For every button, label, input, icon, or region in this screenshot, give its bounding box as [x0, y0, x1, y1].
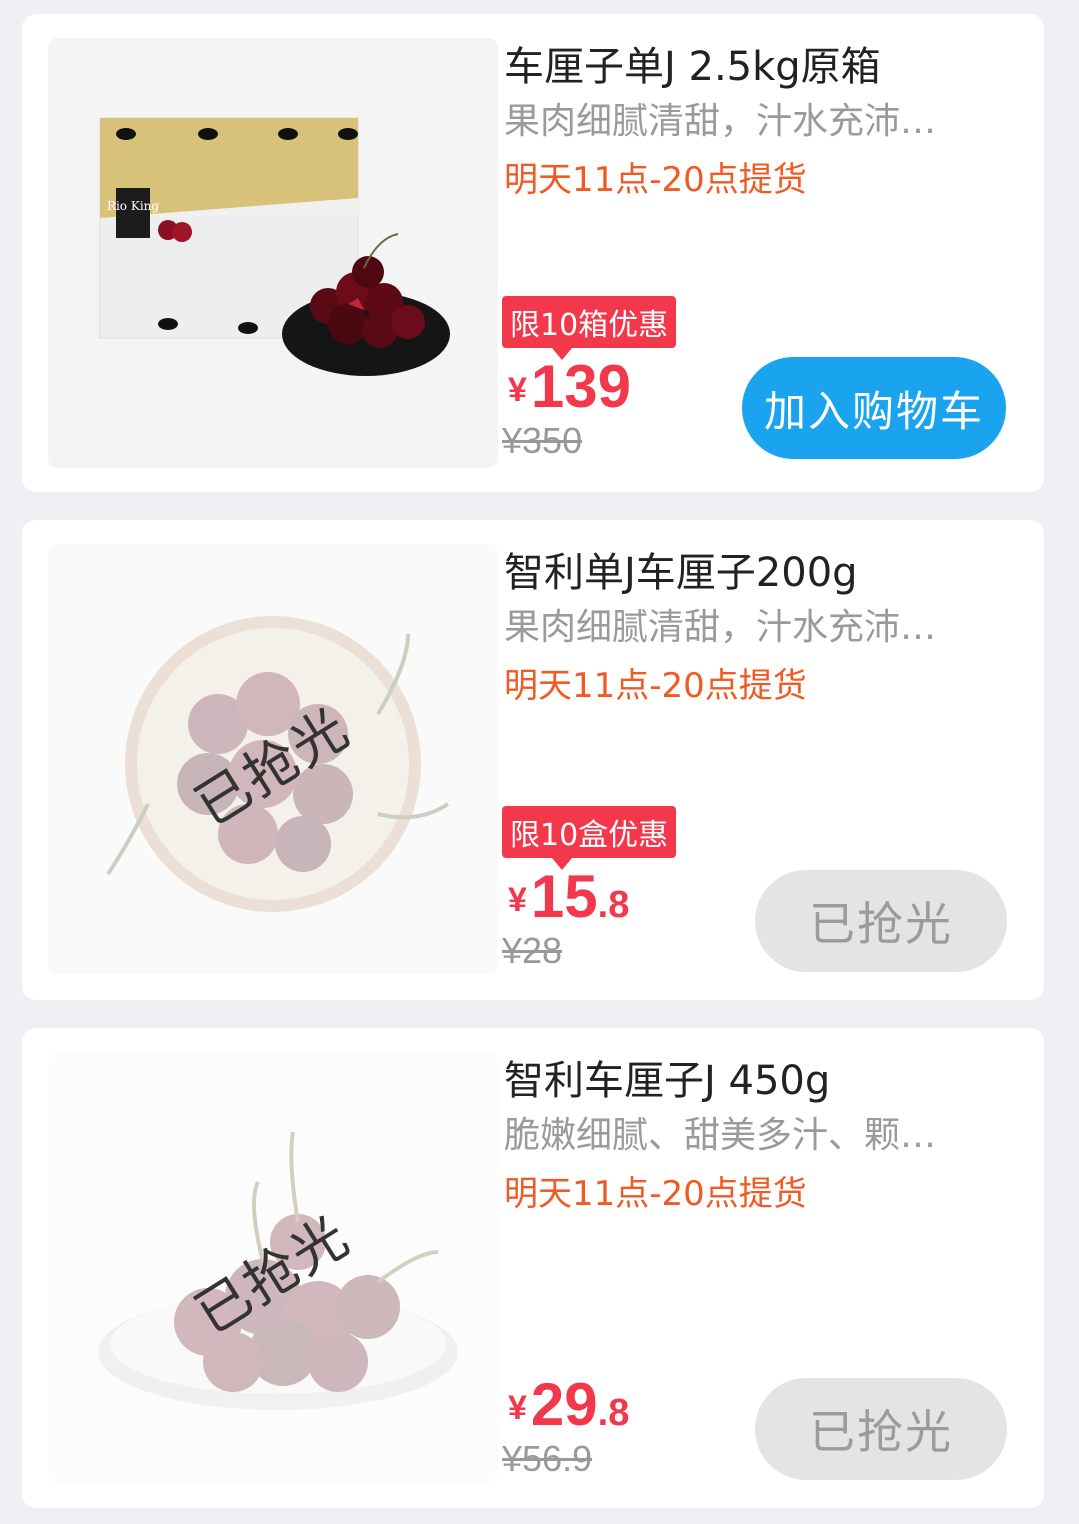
original-price: ¥56.9: [502, 1438, 593, 1479]
pickup-time: 明天11点-20点提货: [504, 160, 807, 200]
product-description: 果肉细腻清甜，汁水充沛…: [504, 101, 937, 142]
sale-price: ¥29.8: [508, 1370, 629, 1439]
product-card[interactable]: 已抢光 智利单J车厘子200g 果肉细腻清甜，汁水充沛… 明天11点-20点提货…: [22, 520, 1044, 1000]
product-title[interactable]: 智利单J车厘子200g: [504, 540, 1024, 598]
price-decimal: .8: [597, 884, 630, 926]
currency-symbol: ¥: [508, 881, 527, 919]
sale-price: ¥15.8: [508, 862, 629, 931]
add-to-cart-button[interactable]: 加入购物车: [742, 357, 1006, 459]
currency-symbol: ¥: [508, 1389, 527, 1427]
box-logo-text: Rio King: [107, 199, 159, 213]
price-integer: 29: [530, 1371, 598, 1438]
pickup-time: 明天11点-20点提货: [504, 1174, 807, 1214]
product-description: 脆嫩细腻、甜美多汁、颗…: [504, 1115, 937, 1156]
product-image[interactable]: 已抢光: [48, 544, 498, 974]
cherry-box-image: Rio King: [48, 38, 498, 468]
price-integer: 139: [530, 353, 632, 420]
price-decimal: .8: [597, 1392, 630, 1434]
original-price: ¥350: [502, 420, 583, 461]
limit-badge: 限10盒优惠: [502, 806, 677, 870]
original-price: ¥28: [502, 930, 563, 971]
product-card[interactable]: 已抢光 智利车厘子J 450g 脆嫩细腻、甜美多汁、颗… 明天11点-20点提货…: [22, 1028, 1044, 1508]
product-image[interactable]: Rio King: [48, 38, 498, 468]
product-card[interactable]: Rio King 车厘子单J 2.5kg原箱 果肉细腻清甜，汁水充沛… 明天11…: [22, 14, 1044, 492]
currency-symbol: ¥: [508, 371, 527, 409]
pickup-time: 明天11点-20点提货: [504, 666, 807, 706]
soldout-button[interactable]: 已抢光: [755, 870, 1007, 972]
limit-badge: 限10箱优惠: [502, 296, 677, 360]
price-integer: 15: [530, 863, 598, 930]
soldout-button[interactable]: 已抢光: [755, 1378, 1007, 1480]
product-title[interactable]: 智利车厘子J 450g: [504, 1048, 1024, 1106]
product-description: 果肉细腻清甜，汁水充沛…: [504, 607, 937, 648]
product-title[interactable]: 车厘子单J 2.5kg原箱: [504, 34, 1024, 92]
sale-price: ¥139: [508, 352, 631, 421]
product-image[interactable]: 已抢光: [48, 1052, 498, 1482]
